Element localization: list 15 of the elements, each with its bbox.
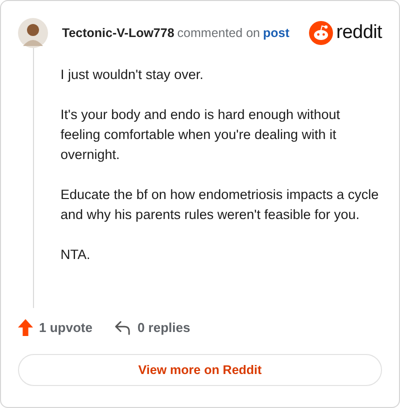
comment-paragraph: I just wouldn't stay over. (60, 66, 204, 84)
reply-arrow-icon (114, 320, 132, 334)
upvote-arrow-icon (18, 318, 33, 336)
view-more-button[interactable]: View more on Reddit (18, 354, 382, 386)
upvote-button[interactable]: 1 upvote (18, 318, 92, 336)
comment-paragraph: NTA. (60, 246, 92, 264)
action-text: commented on (177, 26, 260, 40)
author-name[interactable]: Tectonic-V-Low778 (62, 26, 174, 40)
comment-paragraph: Educate the bf on how endometriosis impacts a cycle and why his parents rules weren't feasible for you. (60, 186, 380, 224)
avatar-icon (18, 18, 48, 48)
replies-button[interactable]: 0 replies (114, 320, 190, 334)
post-link[interactable]: post (262, 26, 290, 40)
brand-name: reddit (336, 22, 382, 44)
alien-logo-icon (309, 21, 334, 45)
comment-paragraph: It's your body and endo is hard enough without feeling comfortable when you're dealing with it overnight. (60, 106, 342, 164)
